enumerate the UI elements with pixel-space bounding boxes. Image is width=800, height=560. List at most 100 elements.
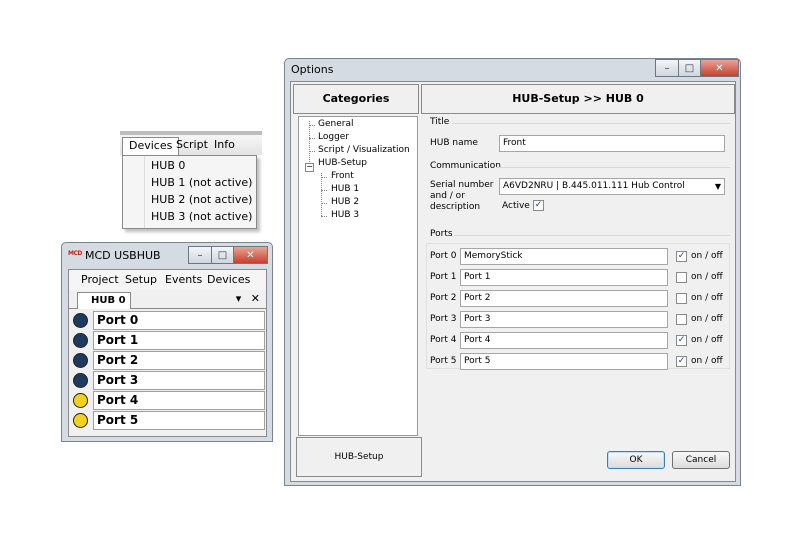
port-2-name-input[interactable]: Port 2 <box>460 290 668 307</box>
menu-info[interactable]: Info <box>208 137 241 155</box>
usbhub-client: Project Setup Events Devices HUB 0 ▾ ✕ P… <box>68 269 267 437</box>
options-window-controls: – □ ✕ <box>655 59 739 77</box>
dropdown-item-hub2[interactable]: HUB 2 (not active) <box>151 192 252 208</box>
port-4-name-input[interactable]: Port 4 <box>460 332 668 349</box>
communication-group-label: Communication <box>430 161 501 171</box>
port-row-4[interactable]: Port 4 <box>71 391 265 410</box>
usbhub-title: MCD USBHUB <box>85 249 161 262</box>
usbhub-titlebar[interactable]: MCD MCD USBHUB – □ ✕ <box>62 243 272 269</box>
tree-item-general[interactable]: General <box>318 119 353 129</box>
settings-pane: Title HUB name Front Communication Seria… <box>426 116 732 436</box>
tree-line <box>309 138 315 139</box>
devices-dropdown: HUB 0 HUB 1 (not active) HUB 2 (not acti… <box>122 155 257 229</box>
cancel-button[interactable]: Cancel <box>672 451 730 469</box>
category-tree: − General Logger Script / Visualization … <box>298 116 418 436</box>
port-label: Port 2 <box>93 351 265 370</box>
port-3-name-input[interactable]: Port 3 <box>460 311 668 328</box>
port-label: Port 0 <box>93 311 265 330</box>
devices-menubar: Devices Script Info <box>120 131 262 157</box>
port-1-label: Port 1 <box>430 272 457 282</box>
chevron-down-icon: ▼ <box>714 182 721 191</box>
port-3-label: Port 3 <box>430 314 457 324</box>
tree-line <box>309 151 315 152</box>
maximize-button[interactable]: □ <box>212 246 234 264</box>
port-3-onoff-checkbox[interactable] <box>676 314 687 325</box>
port-2-label: Port 2 <box>430 293 457 303</box>
options-close-button[interactable]: ✕ <box>701 59 739 77</box>
port-label: Port 1 <box>93 331 265 350</box>
tree-item-hub-setup[interactable]: HUB-Setup <box>318 158 367 168</box>
group-divider <box>452 123 730 124</box>
usbhub-window-controls: – □ ✕ <box>188 246 268 264</box>
tree-item-logger[interactable]: Logger <box>318 132 349 142</box>
active-checkbox[interactable]: ✓ <box>533 200 544 211</box>
port-0-name-input[interactable]: MemoryStick <box>460 248 668 265</box>
title-group-label: Title <box>430 117 450 127</box>
port-1-name-input[interactable]: Port 1 <box>460 269 668 286</box>
dropdown-item-hub0[interactable]: HUB 0 <box>151 158 185 174</box>
port-status-icon <box>73 413 88 428</box>
options-client: Categories HUB-Setup >> HUB 0 − General … <box>290 81 736 482</box>
port-label: Port 5 <box>93 411 265 430</box>
tree-item-front[interactable]: Front <box>331 171 354 181</box>
port-5-name-input[interactable]: Port 5 <box>460 353 668 370</box>
mcd-logo: MCD <box>68 250 82 257</box>
serial-label-line2: and / or <box>430 191 465 201</box>
tab-hub0[interactable]: HUB 0 <box>77 292 131 309</box>
port-row-0[interactable]: Port 0 <box>71 311 265 330</box>
menu-setup[interactable]: Setup <box>125 273 157 286</box>
content-header: HUB-Setup >> HUB 0 <box>421 84 735 114</box>
group-divider <box>496 167 730 168</box>
port-5-onoff-label: on / off <box>691 356 723 366</box>
options-window: Options – □ ✕ Categories HUB-Setup >> HU… <box>284 58 741 486</box>
usbhub-window: MCD MCD USBHUB – □ ✕ Project Setup Event… <box>61 242 273 442</box>
menu-project[interactable]: Project <box>81 273 119 286</box>
port-row-5[interactable]: Port 5 <box>71 411 265 430</box>
tree-line <box>321 177 327 178</box>
port-0-label: Port 0 <box>430 251 457 261</box>
port-row-3[interactable]: Port 3 <box>71 371 265 390</box>
bottom-category-label: HUB-Setup <box>296 437 422 477</box>
active-label: Active <box>502 201 530 211</box>
menu-events[interactable]: Events <box>165 273 202 286</box>
port-0-onoff-checkbox[interactable]: ✓ <box>676 251 687 262</box>
minimize-button[interactable]: – <box>188 246 212 264</box>
usbhub-menubar: Project Setup Events Devices <box>69 270 266 290</box>
options-maximize-button[interactable]: □ <box>679 59 701 77</box>
tab-close-icon[interactable]: ✕ <box>251 292 260 305</box>
tree-line <box>321 203 327 204</box>
port-label: Port 3 <box>93 371 265 390</box>
port-5-label: Port 5 <box>430 356 457 366</box>
tree-item-script[interactable]: Script / Visualization <box>318 145 410 155</box>
ok-button[interactable]: OK <box>607 451 665 469</box>
collapse-icon[interactable]: − <box>305 163 314 172</box>
tab-dropdown-icon[interactable]: ▾ <box>236 292 242 305</box>
hub-name-input[interactable]: Front <box>499 135 725 152</box>
port-2-onoff-checkbox[interactable] <box>676 293 687 304</box>
tree-item-hub1[interactable]: HUB 1 <box>331 184 359 194</box>
port-status-icon <box>73 313 88 328</box>
port-status-icon <box>73 333 88 348</box>
options-title: Options <box>291 63 334 76</box>
serial-label-line1: Serial number <box>430 180 494 190</box>
dropdown-item-hub3[interactable]: HUB 3 (not active) <box>151 209 252 225</box>
serial-select[interactable]: A6VD2NRU | B.445.011.111 Hub Control ▼ <box>499 178 725 195</box>
port-label: Port 4 <box>93 391 265 410</box>
port-1-onoff-checkbox[interactable] <box>676 272 687 283</box>
port-4-onoff-checkbox[interactable]: ✓ <box>676 335 687 346</box>
port-5-onoff-checkbox[interactable]: ✓ <box>676 356 687 367</box>
port-row-2[interactable]: Port 2 <box>71 351 265 370</box>
tab-tools: ▾ ✕ <box>236 292 260 305</box>
tree-item-hub3[interactable]: HUB 3 <box>331 210 359 220</box>
port-row-1[interactable]: Port 1 <box>71 331 265 350</box>
port-status-icon <box>73 353 88 368</box>
menu-devices-main[interactable]: Devices <box>207 273 250 286</box>
tree-line <box>309 125 315 126</box>
tree-line <box>321 173 322 216</box>
tree-item-hub2[interactable]: HUB 2 <box>331 197 359 207</box>
close-button[interactable]: ✕ <box>234 246 268 264</box>
dropdown-item-hub1[interactable]: HUB 1 (not active) <box>151 175 252 191</box>
serial-select-value: A6VD2NRU | B.445.011.111 Hub Control <box>503 181 685 191</box>
options-minimize-button[interactable]: – <box>655 59 679 77</box>
port-4-onoff-label: on / off <box>691 335 723 345</box>
